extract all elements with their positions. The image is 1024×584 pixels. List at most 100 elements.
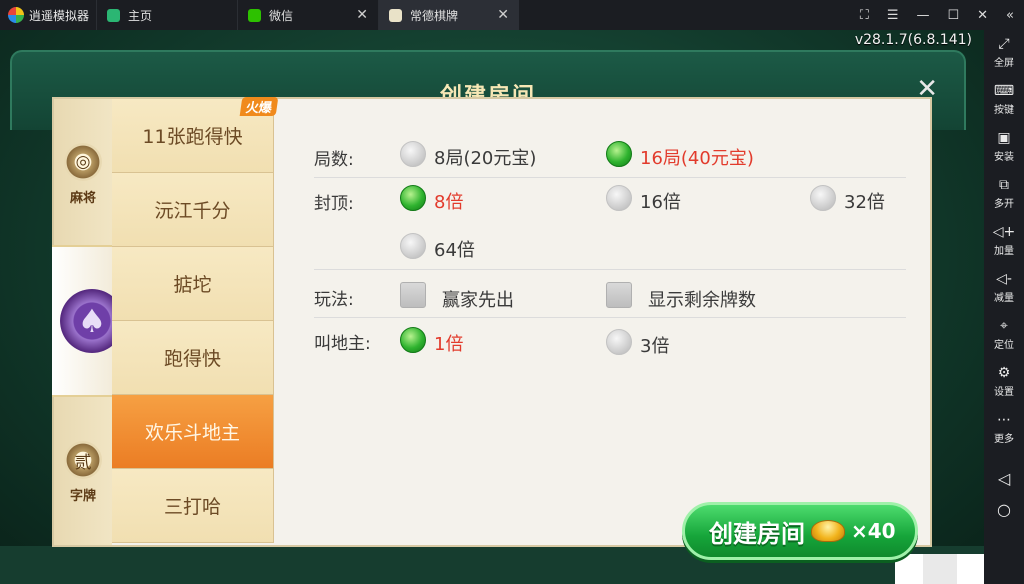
game-item-huanle-doudizhu[interactable]: 欢乐斗地主 bbox=[112, 395, 274, 469]
divider bbox=[314, 177, 906, 178]
show-remaining-text: 显示剩余牌数 bbox=[648, 290, 756, 311]
sidebar-label: 定位 bbox=[994, 340, 1014, 351]
game-label: 11张跑得快 bbox=[142, 126, 243, 148]
app-name: 逍遥模拟器 bbox=[29, 8, 90, 23]
sidebar-item-volume-up[interactable]: ◁+ 加量 bbox=[993, 222, 1016, 269]
landlord-label: 叫地主: bbox=[314, 334, 371, 354]
game-item-dianduo[interactable]: 掂坨 bbox=[112, 247, 274, 321]
landlord-3x-text: 3倍 bbox=[640, 336, 670, 357]
window-controls: ⛶ ☰ — ☐ ✕ « bbox=[860, 0, 1014, 30]
menu-icon[interactable]: ☰ bbox=[887, 8, 899, 23]
tab-label: 微信 bbox=[269, 8, 294, 23]
game-label: 掂坨 bbox=[173, 274, 212, 296]
game-label: 沅江千分 bbox=[154, 200, 231, 222]
tab-wechat[interactable]: 微信 ✕ bbox=[237, 0, 378, 30]
sidebar-label: 加量 bbox=[994, 246, 1014, 257]
category-mahjong[interactable]: ◎ 麻将 bbox=[54, 143, 112, 206]
rounds-16-text: 16局(40元宝) bbox=[640, 148, 754, 169]
wechat-icon bbox=[248, 8, 261, 22]
cap-32-text: 32倍 bbox=[844, 192, 885, 213]
tab-label: 主页 bbox=[128, 8, 153, 23]
category-column: ◎ 麻将 ♠ 贰 字牌 bbox=[52, 99, 132, 545]
cap-64-radio[interactable] bbox=[400, 233, 426, 259]
sidebar-label: 多开 bbox=[994, 199, 1014, 210]
sidebar-item-location[interactable]: ⌖ 定位 bbox=[994, 316, 1014, 363]
landlord-3x-radio[interactable] bbox=[606, 329, 632, 355]
mahjong-icon: ◎ bbox=[64, 143, 102, 181]
winner-first-text: 赢家先出 bbox=[442, 290, 514, 311]
category-label: 字牌 bbox=[69, 489, 96, 504]
rounds-16-radio[interactable] bbox=[606, 141, 632, 167]
back-icon[interactable]: ◁ bbox=[998, 469, 1010, 488]
game-item-sandaha[interactable]: 三打哈 bbox=[112, 469, 274, 543]
game-label: 跑得快 bbox=[163, 348, 221, 370]
game-item-yuanjiang-qianfen[interactable]: 沅江千分 bbox=[112, 173, 274, 247]
play-label: 玩法: bbox=[314, 290, 354, 310]
cap-64-text: 64倍 bbox=[434, 240, 475, 261]
game-icon bbox=[389, 8, 402, 22]
sidebar-label: 设置 bbox=[994, 387, 1014, 398]
create-room-button[interactable]: 创建房间 ×40 bbox=[682, 502, 918, 560]
divider bbox=[314, 317, 906, 318]
screenshot-icon[interactable]: ⛶ bbox=[860, 8, 869, 23]
keyboard-icon: ⌨ bbox=[993, 83, 1015, 99]
winner-first-checkbox[interactable] bbox=[400, 282, 426, 308]
collapse-sidebar-icon[interactable]: « bbox=[1006, 8, 1014, 23]
create-room-cost: ×40 bbox=[851, 519, 896, 543]
landlord-1x-text: 1倍 bbox=[434, 334, 464, 355]
cap-16-text: 16倍 bbox=[640, 192, 681, 213]
cap-16-radio[interactable] bbox=[606, 185, 632, 211]
category-label: 麻将 bbox=[69, 191, 96, 206]
sidebar-item-fullscreen[interactable]: ⤢ 全屏 bbox=[994, 34, 1014, 81]
cap-32-radio[interactable] bbox=[810, 185, 836, 211]
home-circle-icon[interactable]: ○ bbox=[997, 500, 1011, 519]
create-room-label: 创建房间 bbox=[709, 519, 805, 548]
game-item-paodekuai[interactable]: 跑得快 bbox=[112, 321, 274, 395]
sidebar-label: 减量 bbox=[994, 293, 1014, 304]
multi-open-icon: ⧉ bbox=[999, 177, 1009, 193]
cap-label: 封顶: bbox=[314, 194, 354, 214]
game-label: 欢乐斗地主 bbox=[144, 422, 240, 444]
game-viewport: v28.1.7(6.8.141) 创建房间 ✕ ◎ 麻将 ♠ 贰 字牌 11张跑… bbox=[0, 30, 990, 584]
more-icon: ⋯ bbox=[997, 412, 1011, 428]
close-window-icon[interactable]: ✕ bbox=[977, 8, 988, 23]
gold-ingot-icon bbox=[811, 520, 845, 542]
home-icon bbox=[107, 8, 120, 22]
app-brand: 逍遥模拟器 bbox=[0, 7, 96, 24]
sidebar-item-multi[interactable]: ⧉ 多开 bbox=[994, 175, 1014, 222]
cap-8-radio[interactable] bbox=[400, 185, 426, 211]
sidebar-item-volume-down[interactable]: ◁- 减量 bbox=[994, 269, 1014, 316]
show-remaining-checkbox[interactable] bbox=[606, 282, 632, 308]
create-room-dialog: ◎ 麻将 ♠ 贰 字牌 11张跑得快 火爆 沅江千分 掂坨 跑得快 欢乐斗地主 … bbox=[52, 97, 932, 547]
divider bbox=[314, 269, 906, 270]
hot-badge: 火爆 bbox=[239, 97, 279, 116]
fullscreen-icon: ⤢ bbox=[998, 36, 1010, 52]
version-label: v28.1.7(6.8.141) bbox=[854, 32, 972, 48]
sidebar-label: 按键 bbox=[994, 105, 1014, 116]
volume-up-icon: ◁+ bbox=[992, 224, 1016, 240]
game-label: 三打哈 bbox=[163, 496, 221, 518]
sidebar-item-settings[interactable]: ⚙ 设置 bbox=[994, 363, 1014, 410]
sidebar-item-install[interactable]: ▣ 安装 bbox=[994, 128, 1014, 175]
sidebar-label: 全屏 bbox=[994, 58, 1014, 69]
location-icon: ⌖ bbox=[1000, 318, 1008, 334]
sidebar-item-more[interactable]: ⋯ 更多 bbox=[994, 410, 1014, 457]
apk-install-icon: ▣ bbox=[997, 130, 1011, 146]
app-logo-icon bbox=[8, 7, 24, 23]
volume-down-icon: ◁- bbox=[996, 271, 1012, 287]
minimize-icon[interactable]: — bbox=[916, 8, 929, 23]
maximize-icon[interactable]: ☐ bbox=[947, 8, 959, 23]
emulator-titlebar: 逍遥模拟器 主页 微信 ✕ 常德棋牌 ✕ ⛶ ☰ — ☐ ✕ « bbox=[0, 0, 1024, 30]
rounds-label: 局数: bbox=[314, 150, 354, 170]
game-item-11-paodekuai[interactable]: 11张跑得快 火爆 bbox=[112, 97, 279, 173]
close-tab-icon[interactable]: ✕ bbox=[356, 7, 368, 23]
sidebar-item-keymap[interactable]: ⌨ 按键 bbox=[994, 81, 1014, 128]
tab-changde-qipai[interactable]: 常德棋牌 ✕ bbox=[378, 0, 519, 30]
category-zipai[interactable]: 贰 字牌 bbox=[54, 441, 112, 504]
emulator-sidebar: ⤢ 全屏 ⌨ 按键 ▣ 安装 ⧉ 多开 ◁+ 加量 ◁- 减量 ⌖ 定位 ⚙ 设… bbox=[984, 30, 1024, 584]
zipai-icon: 贰 bbox=[64, 441, 102, 479]
tab-home[interactable]: 主页 bbox=[96, 0, 237, 30]
close-tab-icon[interactable]: ✕ bbox=[497, 7, 509, 23]
landlord-1x-radio[interactable] bbox=[400, 327, 426, 353]
rounds-8-radio[interactable] bbox=[400, 141, 426, 167]
